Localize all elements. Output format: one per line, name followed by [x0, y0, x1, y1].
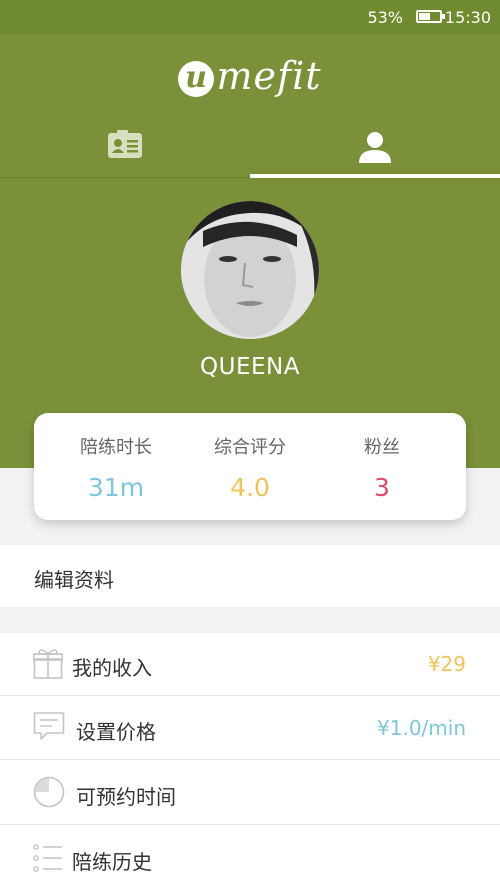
status-bar: 53% 15:30 — [0, 0, 500, 34]
battery-percentage: 53% — [367, 8, 403, 27]
active-tab-indicator — [250, 174, 500, 178]
stat-label: 陪练时长 — [80, 437, 152, 458]
stats-card: 陪练时长 31m 综合评分 4.0 粉丝 3 — [34, 413, 466, 520]
edit-profile-row[interactable]: 编辑资料 — [0, 545, 500, 607]
username: QUEENA — [200, 354, 300, 380]
app-logo: u mefit — [0, 54, 500, 98]
tab-profile[interactable] — [250, 122, 500, 178]
tab-id-card[interactable] — [0, 122, 250, 178]
price-label: 设置价格 — [76, 720, 156, 744]
stat-training-duration[interactable]: 陪练时长 31m — [44, 413, 188, 520]
menu-item-history[interactable]: 陪练历史 — [0, 825, 500, 890]
gift-icon — [33, 649, 63, 679]
stat-fans[interactable]: 粉丝 3 — [310, 413, 454, 520]
logo-badge: u — [178, 61, 215, 97]
battery-icon — [416, 10, 445, 23]
tab-bar — [0, 122, 500, 178]
person-icon — [359, 132, 391, 163]
stat-rating[interactable]: 综合评分 4.0 — [178, 413, 322, 520]
menu-item-income[interactable]: 我的收入 ¥29 — [0, 633, 500, 695]
stat-value: 3 — [374, 473, 390, 502]
income-label: 我的收入 — [72, 656, 152, 680]
logo-text: mefit — [216, 54, 322, 98]
clock-icon — [33, 776, 65, 808]
message-icon — [33, 712, 65, 740]
history-label: 陪练历史 — [72, 850, 152, 874]
stat-label: 综合评分 — [214, 437, 286, 458]
menu-item-price[interactable]: 设置价格 ¥1.0/min — [0, 696, 500, 759]
clock: 15:30 — [444, 8, 491, 27]
stat-value: 31m — [87, 473, 145, 502]
avatar[interactable] — [181, 201, 319, 339]
stat-value: 4.0 — [230, 473, 270, 502]
profile-header: u mefit QUEENA — [0, 34, 500, 468]
id-card-icon — [108, 130, 142, 158]
menu-item-schedule[interactable]: 可预约时间 — [0, 760, 500, 824]
avatar-photo — [181, 201, 319, 339]
income-value: ¥29 — [427, 652, 466, 676]
price-value: ¥1.0/min — [377, 716, 466, 740]
list-icon — [33, 844, 62, 872]
stat-label: 粉丝 — [364, 437, 400, 458]
edit-profile-label: 编辑资料 — [34, 568, 114, 592]
schedule-label: 可预约时间 — [76, 785, 176, 809]
